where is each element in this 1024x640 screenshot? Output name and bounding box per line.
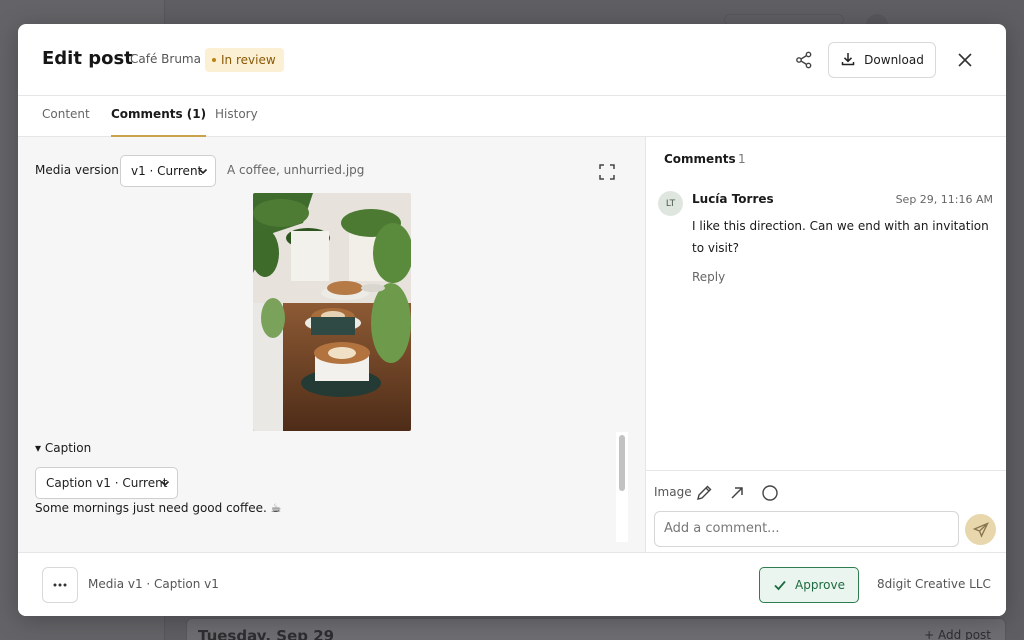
arrow-icon[interactable] xyxy=(728,484,746,502)
ellipsis-icon xyxy=(53,583,67,587)
chevron-down-icon xyxy=(198,168,208,175)
edit-post-modal: Edit post Café Bruma In review Download … xyxy=(18,24,1006,616)
approve-label: Approve xyxy=(795,578,845,592)
agency-name: 8digit Creative LLC xyxy=(877,577,991,591)
version-summary: Media v1 · Caption v1 xyxy=(88,577,219,591)
approve-button[interactable]: Approve xyxy=(759,567,859,603)
comment-composer: Image Add a comment... xyxy=(646,470,1006,552)
comment-timestamp: Sep 29, 11:16 AM xyxy=(895,193,993,206)
download-button[interactable]: Download xyxy=(828,42,936,78)
caption-toggle[interactable]: ▾ Caption xyxy=(35,441,91,455)
tab-history[interactable]: History xyxy=(215,107,258,137)
fullscreen-icon[interactable] xyxy=(598,163,616,181)
modal-header: Edit post Café Bruma In review Download xyxy=(18,24,1006,96)
tab-content[interactable]: Content xyxy=(42,107,90,137)
tab-comments[interactable]: Comments (1) xyxy=(111,107,207,137)
comments-count: 1 xyxy=(738,152,746,166)
modal-footer: Media v1 · Caption v1 Approve 8digit Cre… xyxy=(18,552,1006,616)
more-options-button[interactable] xyxy=(42,567,78,603)
media-version-label: Media version xyxy=(35,163,119,177)
circle-icon[interactable] xyxy=(761,484,779,502)
brand-name: Café Bruma xyxy=(130,52,201,66)
comment-author: Lucía Torres xyxy=(692,192,774,206)
scrollbar-thumb[interactable] xyxy=(619,435,625,491)
background-add-post: + Add post xyxy=(924,628,991,640)
image-annotation-label: Image xyxy=(654,485,692,499)
media-filename: A coffee, unhurried.jpg xyxy=(227,163,365,177)
download-label: Download xyxy=(864,53,924,67)
send-icon xyxy=(972,521,989,538)
media-panel: Media version v1 · Current A coffee, unh… xyxy=(18,137,645,552)
check-icon xyxy=(774,580,786,591)
share-icon[interactable] xyxy=(794,50,814,70)
pencil-icon[interactable] xyxy=(695,484,713,502)
media-version-value: v1 · Current xyxy=(131,164,203,178)
send-button[interactable] xyxy=(965,514,996,545)
media-preview-image xyxy=(253,193,411,431)
background-day-heading: Tuesday, Sep 29 xyxy=(198,627,335,640)
reply-link[interactable]: Reply xyxy=(692,270,725,284)
page-title: Edit post xyxy=(42,48,133,69)
tab-bar: Content Comments (1) History xyxy=(18,96,1006,137)
caption-version-select[interactable]: Caption v1 · Current xyxy=(35,467,178,499)
caption-toggle-label: Caption xyxy=(44,441,92,455)
caption-text: Some mornings just need good coffee. ☕ xyxy=(35,501,282,515)
caption-version-value: Caption v1 · Current xyxy=(46,476,168,490)
comments-panel: Comments 1 LT Lucía Torres Sep 29, 11:16… xyxy=(645,137,1006,552)
avatar: LT xyxy=(658,191,683,216)
media-version-select[interactable]: v1 · Current xyxy=(120,155,216,187)
comment-input[interactable]: Add a comment... xyxy=(654,511,959,547)
comment-body: I like this direction. Can we end with a… xyxy=(692,219,989,255)
caret-down-icon: ▾ xyxy=(35,441,42,455)
chevron-down-icon xyxy=(160,480,170,487)
comments-title: Comments xyxy=(664,152,736,166)
close-icon[interactable] xyxy=(955,50,975,70)
status-badge: In review xyxy=(205,48,284,72)
download-icon xyxy=(840,51,856,70)
